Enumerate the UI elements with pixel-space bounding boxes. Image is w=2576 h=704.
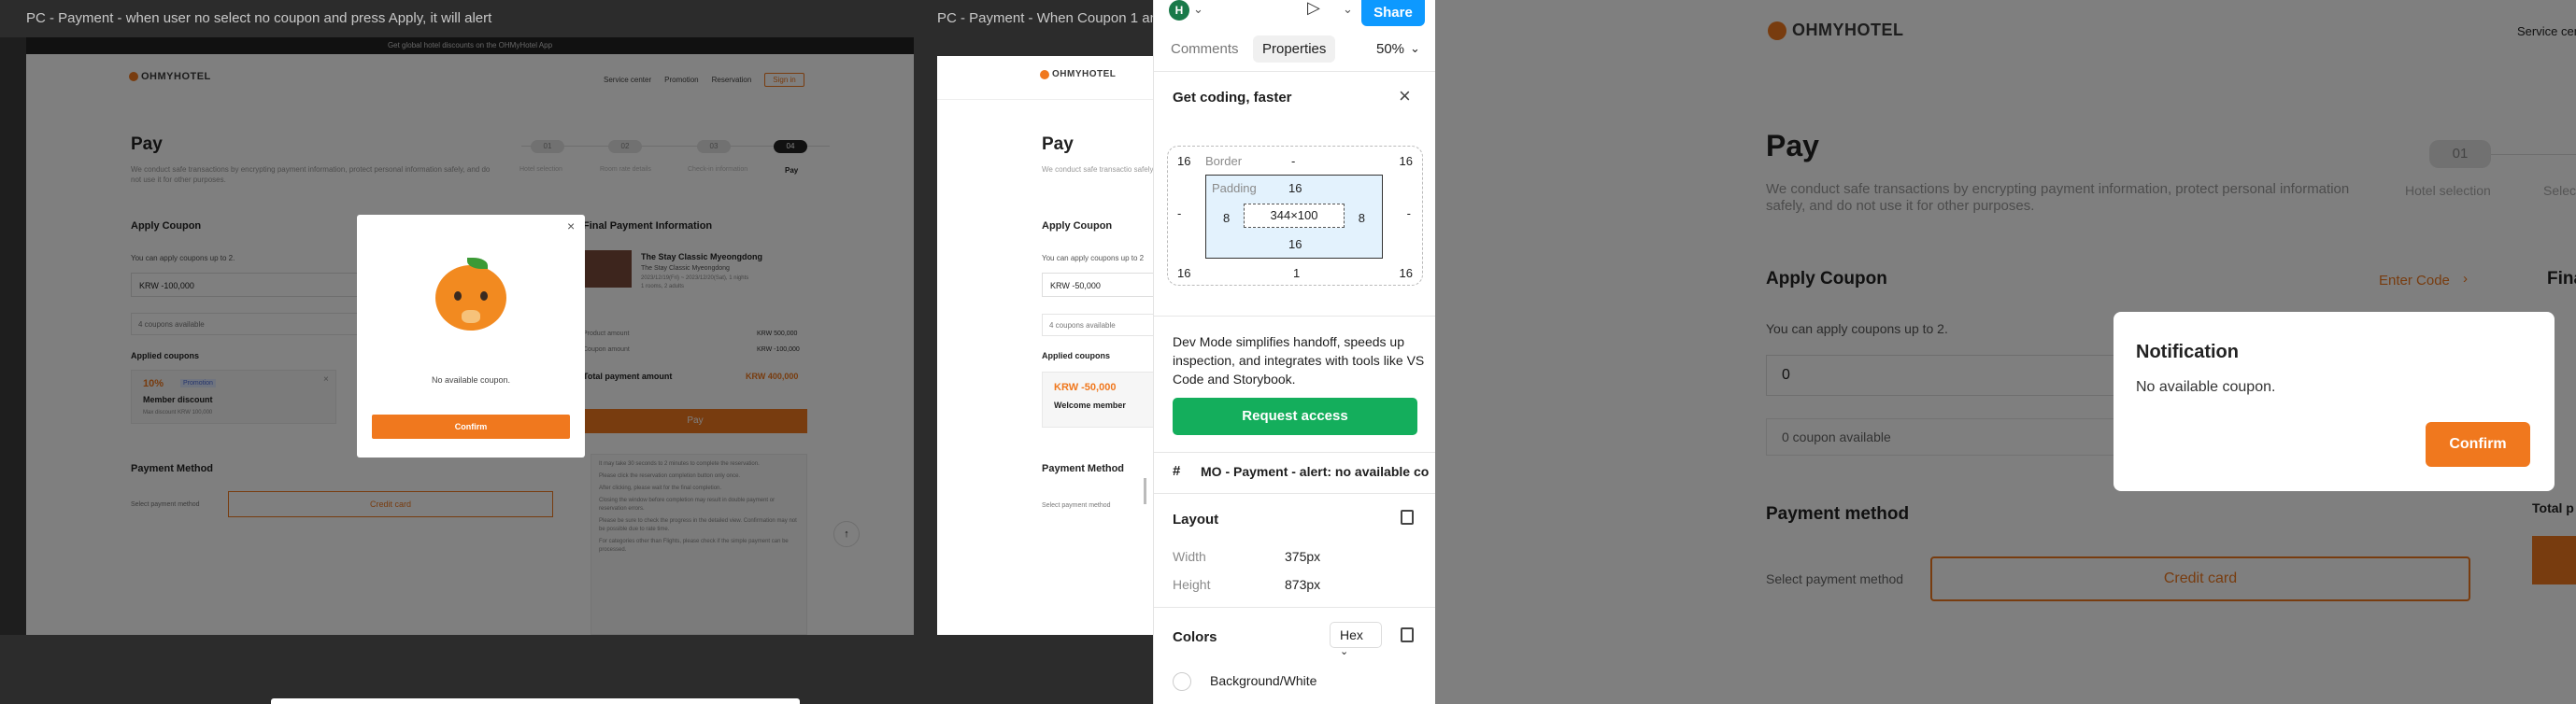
outer-right: - — [1406, 206, 1411, 220]
frame-icon: # — [1173, 463, 1181, 479]
coupons-available-select[interactable]: 4 coupons available — [1042, 314, 1153, 336]
select-payment-label: Select payment method — [1042, 502, 1111, 509]
copy-icon[interactable] — [1401, 510, 1414, 525]
next-frame-edge — [271, 698, 800, 704]
modal-message: No available coupon. — [431, 375, 511, 385]
coupon-input[interactable]: KRW -50,000 — [1042, 273, 1153, 297]
coupon-name: Welcome member — [1054, 401, 1126, 410]
coupon-alert-modal: × No available coupon. Confirm — [357, 215, 585, 458]
request-access-button[interactable]: Request access — [1173, 398, 1417, 435]
margin-top-left: 16 — [1177, 154, 1191, 168]
width-value: 375px — [1285, 549, 1321, 564]
height-label: Height — [1173, 577, 1211, 592]
width-label: Width — [1173, 549, 1206, 564]
padding-left: 8 — [1223, 211, 1231, 225]
tab-comments[interactable]: Comments — [1171, 41, 1239, 57]
right-frame-page: OHMYHOTEL Service cen Pay We conduct saf… — [1435, 0, 2576, 704]
padding-right: 8 — [1358, 211, 1365, 225]
orange-mascot-icon — [434, 258, 508, 331]
color-swatch — [1173, 672, 1191, 691]
colors-heading: Colors — [1173, 629, 1217, 645]
coupon-amount: KRW -50,000 — [1054, 382, 1117, 393]
frame1-page: Get global hotel discounts on the OHMyHo… — [26, 37, 914, 635]
content-size: 344×100 — [1244, 204, 1345, 228]
canvas-strip — [0, 37, 26, 635]
color-format-value: Hex — [1340, 627, 1363, 642]
padding-bottom: 16 — [1288, 237, 1302, 251]
border-value: - — [1291, 154, 1296, 168]
orange-logo-icon — [1040, 69, 1049, 79]
get-coding-heading: Get coding, faster — [1173, 90, 1292, 106]
border-label: Border — [1205, 154, 1243, 168]
chevron-down-icon[interactable]: ⌄ — [1343, 2, 1353, 17]
copy-icon[interactable] — [1401, 627, 1414, 642]
devmode-text: Dev Mode simplifies handoff, speeds up i… — [1173, 334, 1425, 387]
properties-panel: H ⌄ ▷ ⌄ Share Comments Properties 50% ⌄ … — [1153, 0, 1435, 704]
confirm-button[interactable]: Confirm — [372, 415, 570, 439]
close-icon[interactable]: × — [567, 218, 575, 233]
margin-bottom-left: 16 — [1177, 266, 1191, 280]
notification-message: No available coupon. — [2136, 379, 2276, 395]
avatar[interactable]: H — [1169, 0, 1189, 21]
applied-coupons-heading: Applied coupons — [1042, 351, 1110, 360]
color-format-select[interactable]: Hex ⌄ — [1330, 622, 1382, 657]
page-title: Pay — [1042, 134, 1074, 154]
notification-title: Notification — [2136, 342, 2239, 362]
share-button[interactable]: Share — [1361, 0, 1425, 26]
padding-box: Padding 16 8 8 344×100 16 — [1205, 175, 1383, 259]
chevron-down-icon[interactable]: ⌄ — [1410, 41, 1420, 56]
confirm-button[interactable]: Confirm — [2426, 422, 2530, 467]
site-logo[interactable]: OHMYHOTEL — [1040, 69, 1116, 79]
payment-method-heading: Payment Method — [1042, 463, 1125, 474]
margin-top-right: 16 — [1399, 154, 1413, 168]
box-model: 16 16 Border - - - Padding 16 8 8 344×10… — [1167, 146, 1423, 286]
coupon-note: You can apply coupons up to 2 — [1042, 254, 1145, 262]
notification-modal: Notification No available coupon. Confir… — [2113, 312, 2555, 491]
chevron-down-icon[interactable]: ⌄ — [1193, 2, 1203, 17]
color-name[interactable]: Background/White — [1210, 673, 1316, 688]
zoom-level[interactable]: 50% — [1376, 41, 1404, 57]
page-desc: We conduct safe transactio safely, and d… — [1042, 165, 1153, 174]
layout-heading: Layout — [1173, 512, 1219, 528]
layer-name[interactable]: MO - Payment - alert: no available co — [1201, 464, 1432, 479]
tab-properties[interactable]: Properties — [1253, 35, 1336, 63]
frame-title: PC - Payment - When Coupon 1 an — [937, 10, 1158, 26]
padding-label: Padding — [1212, 181, 1257, 195]
padding-top: 16 — [1288, 181, 1302, 195]
play-icon[interactable]: ▷ — [1307, 0, 1320, 18]
margin-bottom: 1 — [1293, 266, 1301, 280]
height-value: 873px — [1285, 577, 1321, 592]
apply-coupon-heading: Apply Coupon — [1042, 220, 1113, 232]
panel-toolbar: H ⌄ ▷ ⌄ Share — [1154, 0, 1435, 34]
frame2-page: OHMYHOTEL Pay We conduct safe transactio… — [937, 56, 1153, 635]
frame-title: PC - Payment - when user no select no co… — [26, 10, 492, 26]
scrollbar[interactable] — [1144, 478, 1146, 504]
close-icon[interactable]: × — [1399, 84, 1411, 108]
margin-bottom-right: 16 — [1399, 266, 1413, 280]
welcome-coupon-card: KRW -50,000 Welcome member — [1042, 372, 1153, 428]
outer-left: - — [1177, 206, 1182, 220]
